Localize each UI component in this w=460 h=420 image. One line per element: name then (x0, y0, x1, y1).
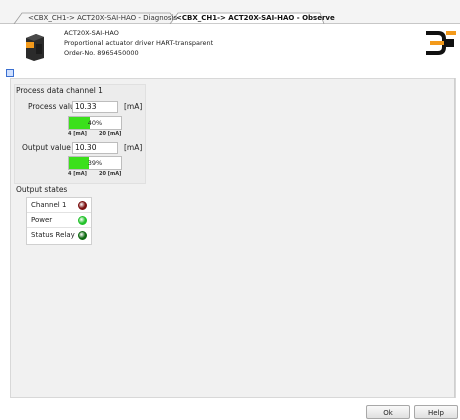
ok-button[interactable]: Ok (366, 405, 410, 419)
output-value-field: 10.30 (72, 142, 118, 154)
panel-divider (454, 78, 455, 398)
state-row-power: Power (27, 213, 91, 228)
output-value-unit: [mA] (124, 143, 143, 152)
weidmueller-logo (426, 31, 456, 55)
led-indicator-icon (78, 231, 87, 240)
output-value-min: 4 [mA] (68, 171, 87, 177)
device-description: Proportional actuator driver HART-transp… (64, 39, 214, 47)
output-states-title: Output states (16, 185, 68, 194)
state-label: Status Relay (31, 231, 75, 239)
device-order-no: Order-No. 8965450000 (64, 49, 139, 57)
process-value-field: 10.33 (72, 101, 118, 113)
output-value-label: Output value (22, 143, 71, 152)
tab-observe[interactable]: <CBX_CH1-> ACT20X-SAI-HAO - Observe (176, 14, 335, 23)
state-row-channel-1: Channel 1 (27, 198, 91, 213)
process-value-min: 4 [mA] (68, 131, 87, 137)
collapse-icon[interactable] (6, 69, 14, 77)
process-value-unit: [mA] (124, 102, 143, 111)
led-indicator-icon (78, 201, 87, 210)
output-value-max: 20 [mA] (99, 171, 122, 177)
output-states-list: Channel 1 Power Status Relay (26, 197, 92, 245)
process-value-percent: 40% (87, 119, 103, 127)
led-indicator-icon (78, 216, 87, 225)
device-module-icon (26, 34, 44, 61)
state-label: Channel 1 (31, 201, 67, 209)
state-label: Power (31, 216, 53, 224)
tab-bar: <CBX_CH1-> ACT20X-SAI-HAO - Diagnosis <C… (0, 0, 460, 24)
output-value-bar: 39% (68, 156, 122, 170)
help-button[interactable]: Help (414, 405, 458, 419)
state-row-status-relay: Status Relay (27, 228, 91, 242)
process-group-title: Process data channel 1 (16, 86, 103, 95)
process-value-max: 20 [mA] (99, 131, 122, 137)
output-value-percent: 39% (87, 159, 103, 167)
device-name: ACT20X-SAI-HAO (64, 29, 119, 37)
tab-diagnosis[interactable]: <CBX_CH1-> ACT20X-SAI-HAO - Diagnosis (28, 14, 177, 23)
process-value-bar: 40% (68, 116, 122, 130)
